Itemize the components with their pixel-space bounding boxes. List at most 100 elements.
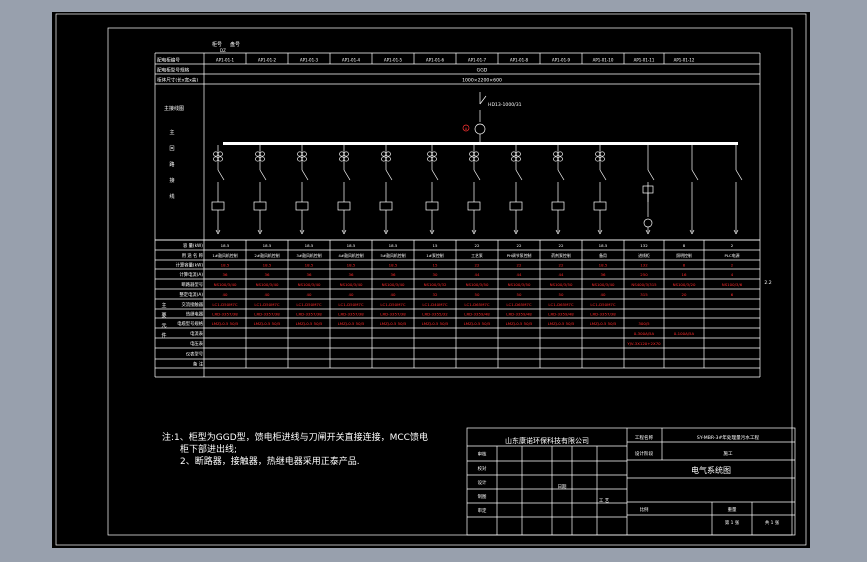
group-label-char: 主 [161,302,166,309]
breaker-blade [599,169,607,181]
table-cell: NS100/3/40 [256,282,279,287]
table-cell: LMZJ-0.5 50/5 [422,321,449,326]
table-cell: 40 [265,292,270,297]
feeder-ct-symbol [259,151,265,157]
table-cell: 40 [307,292,312,297]
cabinet-id: AP1-01-10 [593,58,614,63]
main-switch-label: HD13-1000/31 [488,102,522,108]
contactor-symbol [337,201,351,211]
table-cell: LMZJ-0.5 50/5 [254,321,281,326]
cabinet-id: AP1-01-9 [552,58,571,63]
contactor-symbol [551,201,565,211]
table-cell: 18.5 [305,243,314,248]
table-cell: 18.5 [599,243,608,248]
breaker-blade [473,169,481,181]
table-cell: 4 [731,272,734,277]
table-row-label: 断路器型号 [182,281,203,288]
breaker-blade [259,169,267,181]
table-cell: 50 [475,292,480,297]
feeder-ct-symbol [255,151,261,157]
table-cell: NS100/3/6 [722,282,743,287]
table-cell: NS400/3/315 [631,282,657,287]
table-cell: 22 [559,262,564,267]
table-cell: 18.5 [389,262,398,267]
cabinet-model-value: GGD [477,68,488,74]
sheet-total: 共 1 张 [765,519,780,526]
table-row-label: 计算容量(kW) [176,261,204,268]
table-cell: 36 [349,272,354,277]
table-cell: LRD-3357/38 [590,311,616,316]
contactor-symbol [509,201,523,211]
table-cell: 20 [682,292,687,297]
table-row-label: 电缆型号规格 [177,320,203,327]
feeder-ct-symbol [515,151,521,157]
feeder-ct-symbol [343,151,349,157]
breaker-blade [385,169,393,181]
feeder-ct-symbol [557,151,563,157]
table-cell: 进线柜 [638,253,650,258]
table-cell: 132 [640,243,648,248]
note-line-2: 柜下部进出线; [180,443,237,455]
role-label: 设计 [478,479,487,486]
feeder-ct-symbol [553,156,559,162]
table-cell: LC1-D65M7C [548,302,574,307]
table-cell: 18.5 [263,243,272,248]
weight-label: 重量 [728,506,737,513]
table-cell: 2 [731,262,734,267]
feeder-ct-symbol [339,156,345,162]
table-cell: 18.5 [305,262,314,267]
feeder-ct-symbol [217,151,223,157]
table-cell: 36 [601,272,606,277]
table-cell: LC1-D65M7C [464,302,490,307]
main-meter-letter: A [465,127,468,131]
table-cell: 36 [307,272,312,277]
table-cell: 2#鼓风机控制 [254,253,279,258]
feeder-ct-symbol [343,156,349,162]
feeder-ct-symbol [469,151,475,157]
group-label-char: 要 [161,313,166,319]
feeder-ct-symbol [557,156,563,162]
breaker-blade [647,169,655,181]
table-row-label: 热继电器 [186,310,204,317]
group-label-char: 元 [161,323,166,329]
feeder-ct-symbol [301,151,307,157]
note-line-1: 注:1、柜型为GGD型，馈电柜进线与刀闸开关直接连接，MCC馈电 [162,431,428,443]
table-cell: 8 [683,243,686,248]
table-cell: 22 [559,243,564,248]
drawing-title: 电气系统图 [691,465,731,475]
breaker-blade [735,169,743,181]
feeder-ct-symbol [213,151,219,157]
feeder-ct-symbol [339,151,345,157]
side-label-char: 主 [169,128,174,136]
table-cell: 18.5 [221,262,230,267]
main-busbar [223,142,738,145]
table-cell: LC1-D50M7C [380,302,406,307]
cabinet-id: AP1-01-1 [216,58,235,63]
table-cell: 0-300A/5A [634,331,655,336]
table-cell: 18.5 [221,243,230,248]
table-cell: LRD-3355/32 [422,311,448,316]
cabinet-id: AP1-01-3 [300,58,319,63]
table-cell: 22 [517,243,522,248]
feeder-ct-symbol [595,151,601,157]
table-cell: LC1-D65M7C [506,302,532,307]
main-diagram-label: 主接线图 [164,105,184,112]
table-cell: 5#鼓风机控制 [380,253,405,258]
cabinet-id: AP1-01-6 [426,58,445,63]
table-cell: 36 [265,272,270,277]
table-row-label: 交流接触器 [182,301,204,308]
table-cell: 18.5 [347,262,356,267]
breaker-blade [431,169,439,181]
table-cell: LMZJ-0.5 50/5 [296,321,323,326]
table-row-label: 备 注 [193,360,204,367]
table-cell: 0-100A/5A [674,331,695,336]
cad-viewport[interactable]: 柜号 盘号 DZ 配电柜编号 配电柜型号规格 柜体尺寸(长x宽x高) AP1-01-1 AP1… [52,12,810,548]
feeder-ct-symbol [511,156,517,162]
table-cell: 44 [517,272,522,277]
contactor-symbol [593,201,607,211]
table-cell: 22 [517,262,522,267]
table-cell: 50 [517,292,522,297]
cabinet-id: AP1-01-7 [468,58,487,63]
table-cell: 50 [559,292,564,297]
table-cell: 40 [349,292,354,297]
